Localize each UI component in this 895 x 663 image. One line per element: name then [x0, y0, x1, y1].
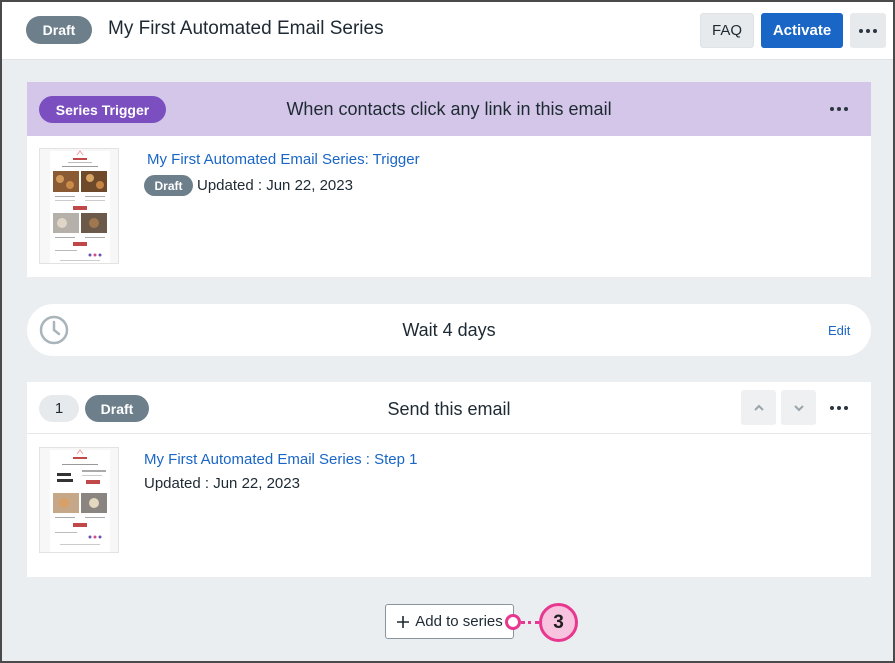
step-email-thumbnail[interactable] — [39, 447, 119, 553]
top-bar: Draft My First Automated Email Series FA… — [2, 2, 893, 60]
page-title: My First Automated Email Series — [108, 18, 384, 39]
trigger-title: When contacts click any link in this ema… — [286, 99, 612, 119]
more-dots-icon — [830, 406, 848, 410]
trigger-email-status-badge: Draft — [144, 175, 193, 196]
callout-connector — [521, 621, 539, 624]
edit-wait-link[interactable]: Edit — [828, 323, 850, 338]
series-trigger-card: Series Trigger When contacts click any l… — [27, 82, 871, 277]
activate-button[interactable]: Activate — [761, 13, 843, 48]
chevron-down-icon — [793, 404, 804, 411]
step-header: 1 Draft Send this email — [27, 382, 871, 434]
callout-number-badge: 3 — [539, 603, 578, 642]
email-preview-image — [40, 149, 118, 263]
add-to-series-button[interactable]: Add to series — [385, 604, 514, 639]
more-dots-icon — [859, 28, 877, 33]
email-preview-image — [40, 448, 118, 552]
trigger-email-thumbnail[interactable] — [39, 148, 119, 264]
more-dots-icon — [830, 107, 848, 111]
send-email-step-card: 1 Draft Send this email My First Automat… — [27, 382, 871, 577]
trigger-header: Series Trigger When contacts click any l… — [27, 82, 871, 136]
more-options-button[interactable] — [850, 13, 886, 48]
faq-button[interactable]: FAQ — [700, 13, 754, 48]
chevron-up-icon — [753, 404, 764, 411]
plus-icon — [397, 615, 410, 628]
trigger-email-updated: Updated : Jun 22, 2023 — [197, 177, 353, 194]
wait-step-card: Wait 4 days Edit — [27, 304, 871, 356]
trigger-email-link[interactable]: My First Automated Email Series: Trigger — [147, 151, 420, 168]
trigger-more-button[interactable] — [824, 97, 854, 121]
step-email-updated: Updated : Jun 22, 2023 — [144, 475, 300, 492]
wait-duration-text: Wait 4 days — [402, 320, 496, 340]
callout-pointer-dot — [505, 614, 521, 630]
step-more-button[interactable] — [824, 396, 854, 420]
automated-email-series-page: Draft My First Automated Email Series FA… — [0, 0, 895, 663]
move-up-button[interactable] — [741, 390, 776, 425]
add-to-series-label: Add to series — [415, 613, 503, 630]
series-status-badge: Draft — [26, 16, 92, 44]
step-email-link[interactable]: My First Automated Email Series : Step 1 — [144, 451, 417, 468]
move-down-button[interactable] — [781, 390, 816, 425]
